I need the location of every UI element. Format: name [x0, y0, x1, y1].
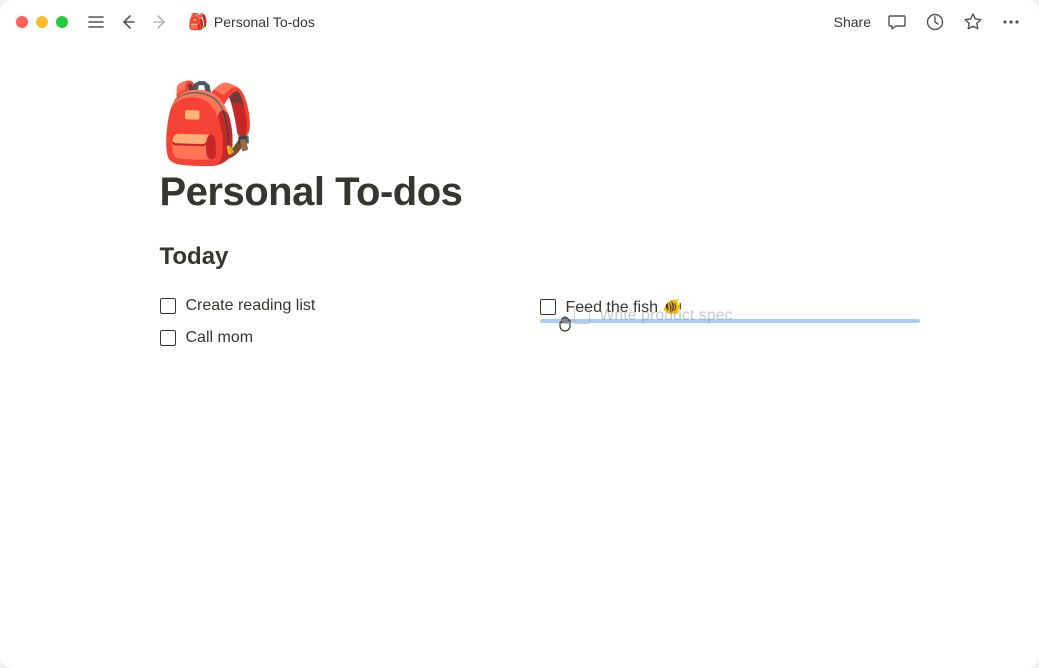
nav-forward-button[interactable]: [148, 10, 172, 34]
checkbox[interactable]: [540, 299, 556, 315]
todo-text[interactable]: Call mom: [186, 329, 254, 347]
titlebar-right: Share: [834, 10, 1023, 34]
todo-column-left: Create reading list Call mom: [160, 293, 500, 357]
sidebar-toggle-button[interactable]: [84, 10, 108, 34]
favorite-button[interactable]: [961, 10, 985, 34]
hamburger-icon: [87, 13, 105, 31]
todo-item[interactable]: Create reading list: [160, 293, 500, 319]
app-window: 🎒 Personal To-dos Share: [0, 0, 1039, 668]
checkbox: [574, 308, 590, 324]
window-maximize-button[interactable]: [56, 16, 68, 28]
todo-item[interactable]: Call mom: [160, 325, 500, 351]
comment-icon: [887, 12, 907, 32]
ellipsis-icon: [1001, 12, 1021, 32]
breadcrumb[interactable]: 🎒 Personal To-dos: [188, 12, 315, 32]
more-options-button[interactable]: [999, 10, 1023, 34]
breadcrumb-title: Personal To-dos: [214, 14, 315, 30]
traffic-lights: [16, 16, 68, 28]
nav-back-button[interactable]: [116, 10, 140, 34]
todo-text: Write product spec: [600, 307, 733, 325]
clock-icon: [925, 12, 945, 32]
arrow-left-icon: [119, 13, 137, 31]
todo-columns: Create reading list Call mom Feed the fi…: [160, 293, 880, 357]
arrow-right-icon: [151, 13, 169, 31]
section-heading-today[interactable]: Today: [160, 243, 880, 271]
updates-button[interactable]: [923, 10, 947, 34]
window-close-button[interactable]: [16, 16, 28, 28]
window-minimize-button[interactable]: [36, 16, 48, 28]
todo-text[interactable]: Create reading list: [186, 297, 316, 315]
share-button[interactable]: Share: [834, 14, 871, 30]
page-title[interactable]: Personal To-dos: [160, 170, 880, 215]
checkbox[interactable]: [160, 298, 176, 314]
checkbox[interactable]: [160, 330, 176, 346]
titlebar-left: 🎒 Personal To-dos: [16, 10, 315, 34]
todo-column-right: Feed the fish 🐠 Write product spec: [540, 293, 880, 357]
dragging-todo-ghost: Write product spec: [574, 307, 733, 325]
comments-button[interactable]: [885, 10, 909, 34]
titlebar: 🎒 Personal To-dos Share: [0, 0, 1039, 44]
page-icon[interactable]: 🎒: [160, 84, 880, 162]
star-icon: [963, 12, 983, 32]
page-content: 🎒 Personal To-dos Today Create reading l…: [160, 44, 880, 357]
breadcrumb-emoji-icon: 🎒: [188, 12, 208, 32]
